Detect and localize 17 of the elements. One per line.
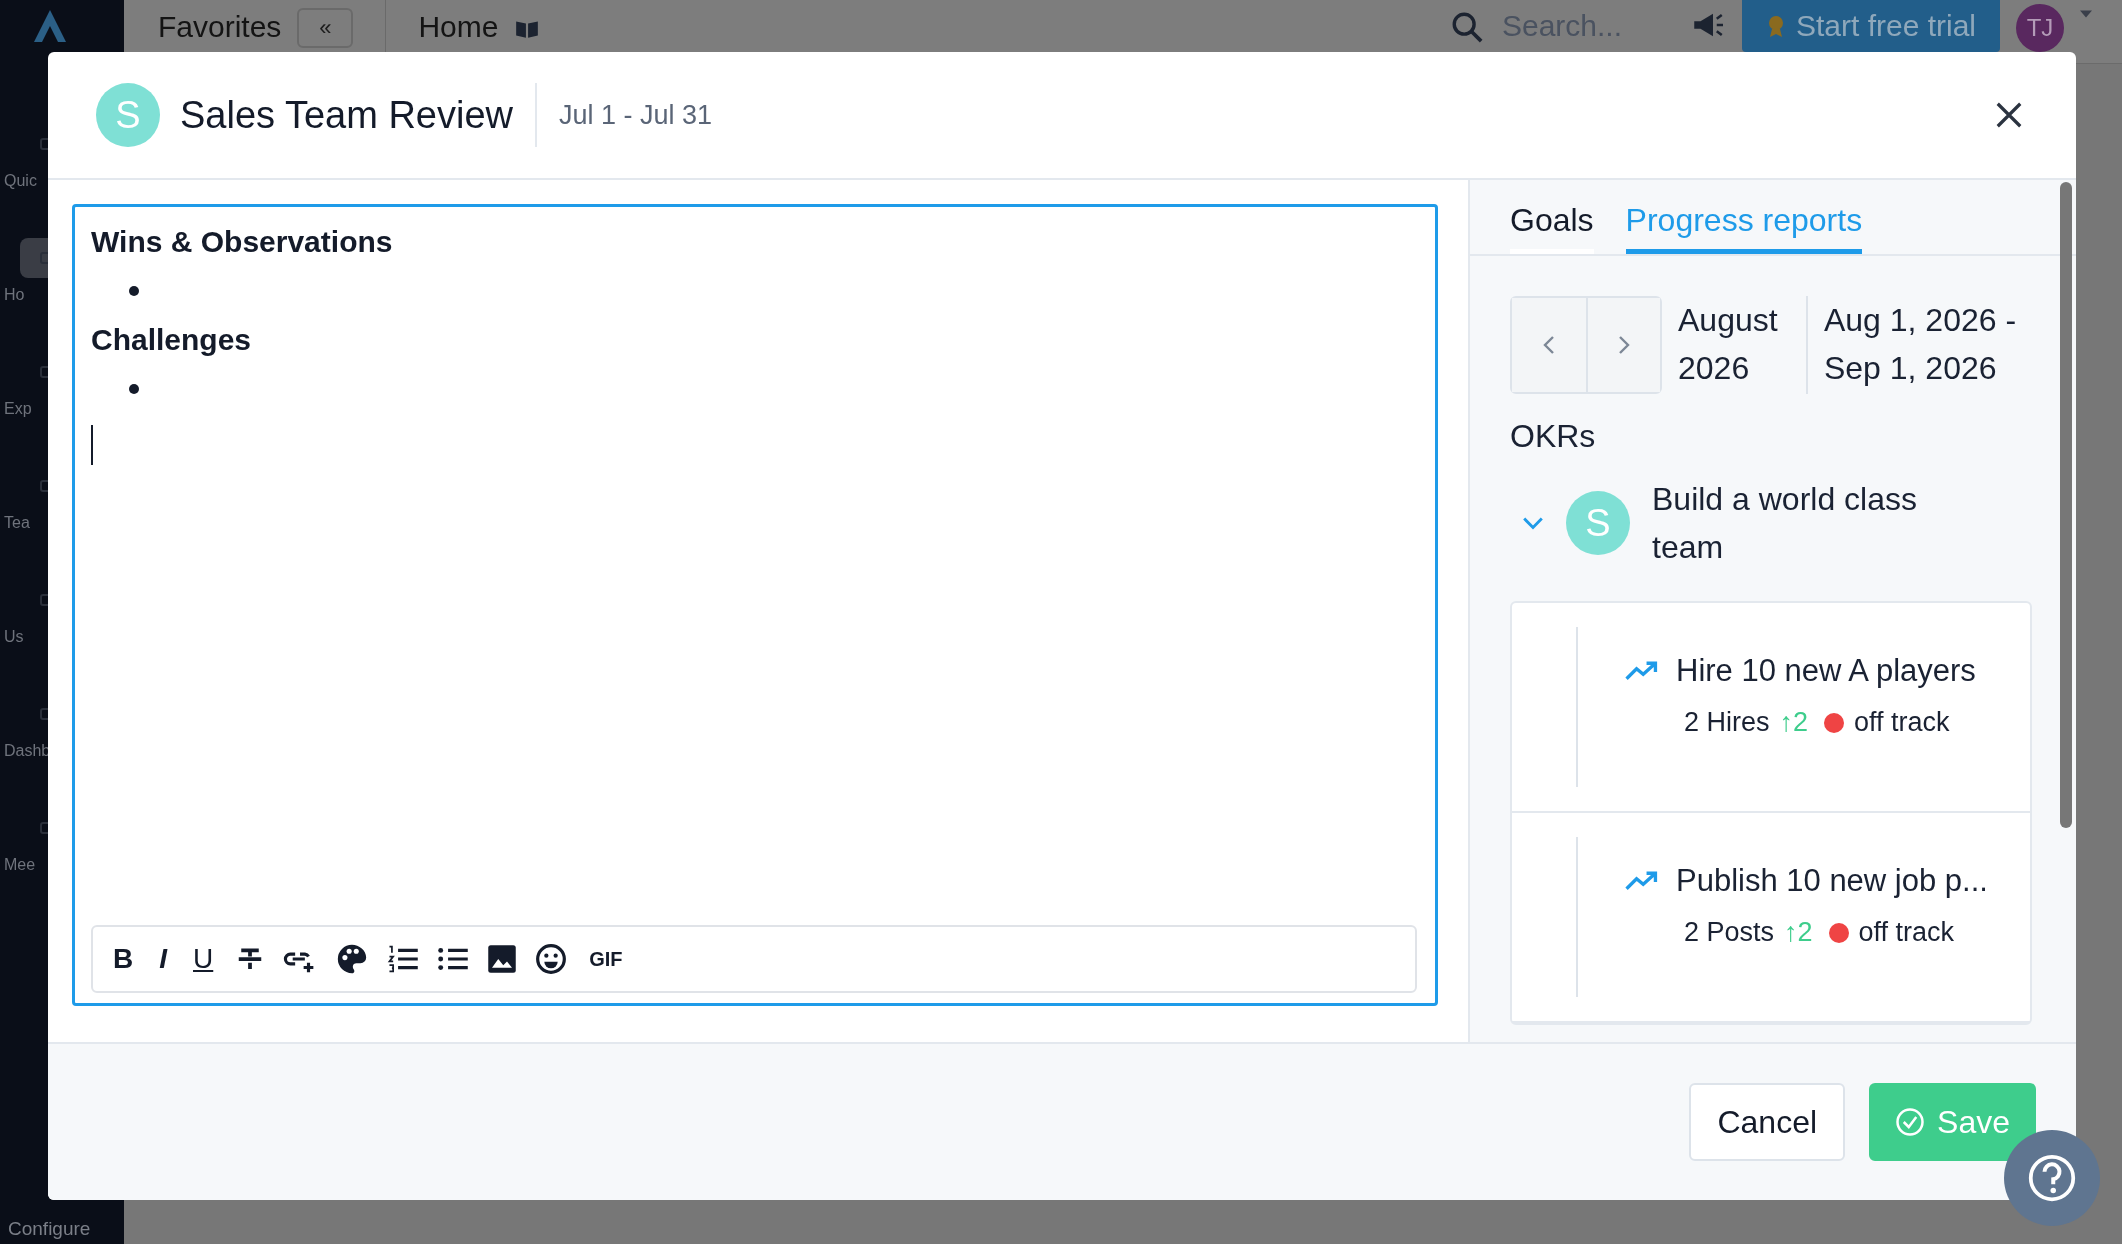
section-heading: Wins & Observations bbox=[91, 224, 394, 260]
status-label: off track bbox=[1854, 707, 1950, 738]
favorites-label: Favorites bbox=[158, 10, 282, 44]
dialog-title: Sales Team Review bbox=[180, 93, 513, 137]
period-range: Aug 1, 2026 - Sep 1, 2026 bbox=[1823, 301, 2018, 388]
avatar: S bbox=[1566, 491, 1630, 555]
metric-value: 2 Hires bbox=[1684, 707, 1770, 738]
metric-change: ↑2 bbox=[1784, 917, 1813, 948]
section-title: OKRs bbox=[1510, 418, 1597, 455]
metric-value: 2 Posts bbox=[1684, 917, 1775, 948]
date-range: Jul 1 - Jul 31 bbox=[559, 99, 713, 131]
period-month: August 2026 bbox=[1678, 301, 1779, 388]
section-heading: Challenges bbox=[91, 322, 253, 358]
status-label: off track bbox=[1858, 917, 1955, 948]
page-title: Home bbox=[418, 10, 499, 44]
metric-change: ↑2 bbox=[1779, 707, 1809, 738]
avatar: S bbox=[96, 83, 160, 147]
